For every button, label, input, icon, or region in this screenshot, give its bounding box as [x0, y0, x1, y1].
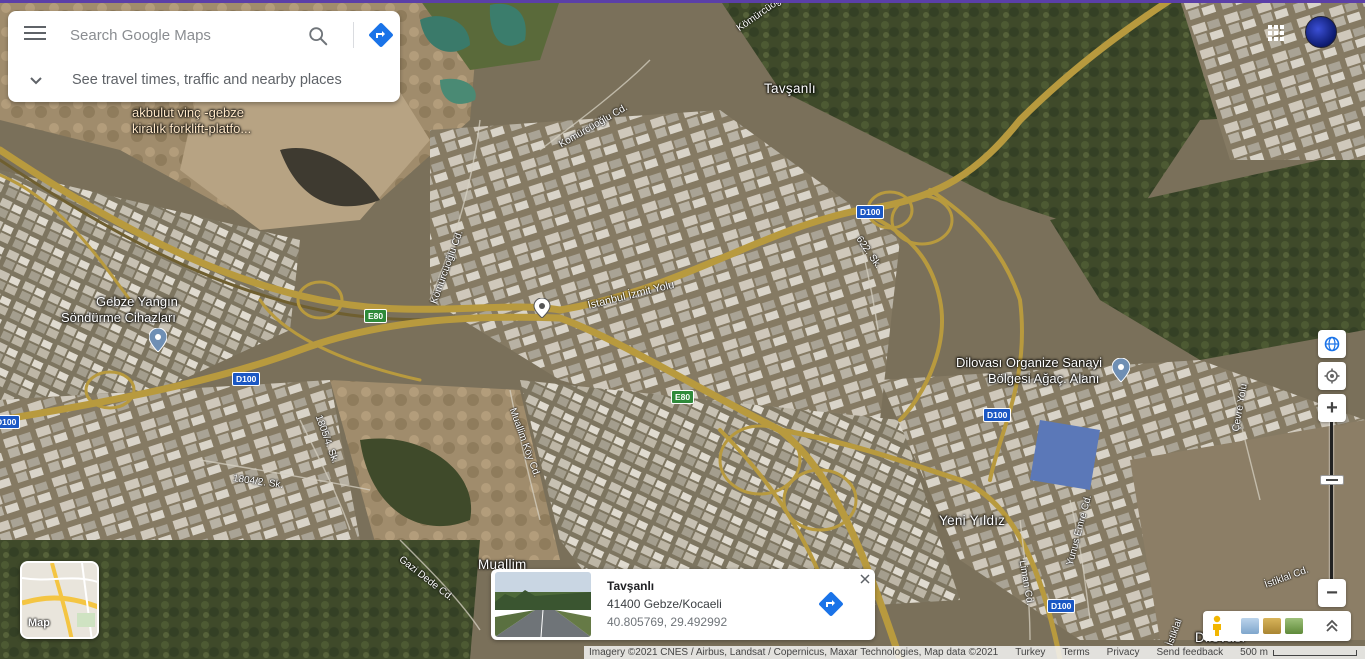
highway-shield-d100: D100 [0, 415, 21, 429]
place-label-gebze-line1[interactable]: Gebze Yangın [96, 294, 178, 310]
scale-bar [1272, 649, 1357, 656]
search-row [8, 11, 400, 58]
my-location-icon [1324, 368, 1340, 384]
attribution-bar: Imagery ©2021 CNES / Airbus, Landsat / C… [584, 646, 1365, 659]
place-label-dilovasi-osb-line2[interactable]: Bölgesi Ağaç. Alanı [988, 371, 1099, 387]
travel-times-text: See travel times, traffic and nearby pla… [72, 72, 342, 88]
highway-shield-e80: E80 [671, 390, 695, 404]
zoom-slider-thumb[interactable] [1320, 475, 1344, 485]
place-info-card: Tavşanlı 41400 Gebze/Kocaeli 40.805769, … [491, 569, 875, 640]
place-coordinates: 40.805769, 29.492992 [607, 615, 728, 629]
globe-view-button[interactable] [1318, 330, 1346, 358]
scale-label[interactable]: 500 m [1240, 647, 1268, 658]
chevron-up-icon[interactable] [1323, 617, 1341, 635]
close-info-card-button[interactable] [857, 571, 873, 587]
zoom-out-button[interactable]: − [1318, 579, 1346, 607]
place-title: Tavşanlı [607, 579, 655, 593]
account-avatar[interactable] [1305, 16, 1337, 48]
top-accent-bar [0, 0, 1365, 3]
place-pin-icon[interactable] [1112, 358, 1130, 382]
highway-shield-e80: E80 [364, 309, 388, 323]
place-label-dilovasi-osb-line1[interactable]: Dilovası Organize Sanayi [956, 355, 1102, 371]
street-view-panel [1203, 611, 1351, 641]
street-view-thumbnail[interactable] [495, 572, 591, 637]
highway-shield-d100: D100 [983, 408, 1012, 422]
street-view-image [495, 572, 591, 637]
send-feedback-link[interactable]: Send feedback [1156, 647, 1223, 658]
apps-grid-icon[interactable] [1267, 24, 1285, 42]
globe-icon [1324, 336, 1340, 352]
highway-shield-d100: D100 [856, 205, 885, 219]
highway-shield-d100: D100 [1047, 599, 1076, 613]
search-input[interactable] [70, 23, 298, 47]
layer-tile-transit[interactable] [1241, 618, 1259, 634]
place-pin-icon[interactable] [149, 328, 167, 352]
pegman-icon[interactable] [1210, 615, 1224, 637]
zoom-slider-track[interactable] [1330, 422, 1333, 582]
directions-icon[interactable] [366, 20, 396, 50]
place-label-akbulut-line2[interactable]: kiralık forklift-platfo... [132, 121, 251, 137]
terms-link[interactable]: Terms [1062, 647, 1089, 658]
layer-tile-traffic[interactable] [1263, 618, 1281, 634]
place-address: 41400 Gebze/Kocaeli [607, 597, 722, 611]
place-label-gebze-line2[interactable]: Söndürme Cihazları [61, 310, 176, 326]
close-icon [860, 574, 870, 584]
map-layer-label: Map [28, 617, 50, 629]
place-label-tavsanli[interactable]: Tavşanlı [764, 81, 816, 97]
directions-icon[interactable] [816, 589, 846, 619]
search-divider [353, 22, 354, 48]
selected-location-pin-icon[interactable] [533, 298, 551, 318]
country-label[interactable]: Turkey [1015, 647, 1045, 658]
my-location-button[interactable] [1318, 362, 1346, 390]
travel-times-toggle[interactable]: See travel times, traffic and nearby pla… [8, 69, 400, 102]
place-label-yeni-yildiz[interactable]: Yeni Yıldız [939, 513, 1005, 529]
chevron-down-icon [30, 77, 42, 85]
search-card: See travel times, traffic and nearby pla… [8, 11, 400, 102]
search-icon[interactable] [307, 25, 329, 47]
highway-shield-d100: D100 [232, 372, 261, 386]
menu-icon[interactable] [24, 26, 46, 44]
layer-tile-terrain[interactable] [1285, 618, 1303, 634]
privacy-link[interactable]: Privacy [1107, 647, 1140, 658]
map-layer-toggle[interactable]: Map [20, 561, 99, 639]
zoom-in-button[interactable]: + [1318, 394, 1346, 422]
place-label-akbulut-line1[interactable]: akbulut vinç -gebze [132, 105, 244, 121]
imagery-attribution: Imagery ©2021 CNES / Airbus, Landsat / C… [589, 647, 999, 658]
